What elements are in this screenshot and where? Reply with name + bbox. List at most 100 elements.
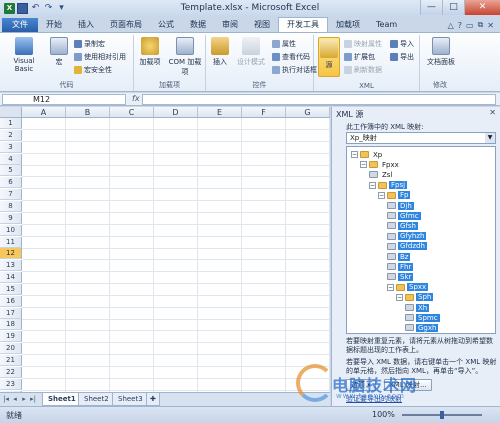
xml-tree-node[interactable]: Skr <box>387 272 414 281</box>
view-code-button[interactable]: 查看代码 <box>272 52 310 62</box>
collapse-toggle-icon[interactable]: − <box>351 151 358 158</box>
tab-review[interactable]: 审阅 <box>214 18 246 32</box>
doc-close-icon[interactable]: ✕ <box>487 21 494 30</box>
row-header-23[interactable]: 23 <box>0 378 22 390</box>
xml-tree-node[interactable]: − Spxx <box>387 283 429 292</box>
row-header-4[interactable]: 4 <box>0 153 22 165</box>
maximize-button[interactable]: □ <box>442 0 464 15</box>
collapse-toggle-icon[interactable]: − <box>396 293 403 301</box>
row-header-5[interactable]: 5 <box>0 165 22 177</box>
addins-button[interactable]: 加载项 <box>136 37 164 67</box>
xml-element-tree[interactable]: − Xp − Fpxx Zsl − Fpsj − Fp Djh Gfmc Gfsh Gfyhzh Gfdz… <box>346 146 496 334</box>
row-header-11[interactable]: 11 <box>0 236 22 248</box>
verify-map-link[interactable]: 验证要导出的映射 <box>346 394 402 404</box>
row-header-12[interactable]: 12 <box>0 248 22 260</box>
row-header-9[interactable]: 9 <box>0 212 22 224</box>
options-button[interactable]: 选项 ▾ <box>346 379 376 391</box>
row-header-16[interactable]: 16 <box>0 295 22 307</box>
xml-tree-node[interactable]: Djh <box>387 201 414 210</box>
row-header-8[interactable]: 8 <box>0 200 22 212</box>
xml-tree-node[interactable]: Gfsh <box>387 221 418 230</box>
collapse-toggle-icon[interactable]: − <box>360 161 367 169</box>
row-header-2[interactable]: 2 <box>0 129 22 141</box>
xml-tree-node[interactable]: − Fpxx <box>360 160 401 169</box>
macros-button[interactable]: 宏 <box>48 37 70 67</box>
row-header-14[interactable]: 14 <box>0 272 22 284</box>
xml-tree-node[interactable]: Gfdzdh <box>387 242 427 251</box>
column-header-b[interactable]: B <box>66 107 110 118</box>
xml-tree-node[interactable]: Fhr <box>387 262 414 271</box>
column-header-f[interactable]: F <box>242 107 286 118</box>
xml-source-button[interactable]: 源 <box>318 37 340 77</box>
expansion-packs-button[interactable]: 扩展包 <box>344 52 375 62</box>
row-header-13[interactable]: 13 <box>0 260 22 272</box>
row-header-20[interactable]: 20 <box>0 343 22 355</box>
xml-tree-node[interactable]: Bz <box>387 252 411 261</box>
row-header-19[interactable]: 19 <box>0 331 22 343</box>
collapse-toggle-icon[interactable]: − <box>369 181 376 189</box>
record-macro-button[interactable]: 录制宏 <box>74 39 105 49</box>
chevron-down-icon[interactable]: ▼ <box>485 133 495 143</box>
com-addins-button[interactable]: COM 加载项 <box>166 37 204 77</box>
relative-reference-button[interactable]: 使用相对引用 <box>74 52 126 62</box>
tab-data[interactable]: 数据 <box>182 18 214 32</box>
help-icon[interactable]: ? <box>458 21 462 30</box>
insert-function-icon[interactable]: fx <box>132 94 140 103</box>
run-dialog-button[interactable]: 执行对话框 <box>272 65 317 75</box>
tab-addins[interactable]: 加载项 <box>328 18 368 32</box>
sheet-tab-2[interactable]: Sheet2 <box>78 393 115 406</box>
map-properties-button[interactable]: 映射属性 <box>344 39 382 49</box>
tab-home[interactable]: 开始 <box>38 18 70 32</box>
tab-insert[interactable]: 插入 <box>70 18 102 32</box>
row-header-18[interactable]: 18 <box>0 319 22 331</box>
xml-tree-node[interactable]: − Sph <box>396 293 434 302</box>
xml-tree-node[interactable]: − Fp <box>378 191 411 200</box>
tab-team[interactable]: Team <box>368 18 405 32</box>
close-button[interactable]: ✕ <box>464 0 500 15</box>
last-sheet-icon[interactable]: ▸| <box>29 395 37 403</box>
insert-control-button[interactable]: 插入 <box>208 37 232 67</box>
insert-sheet-icon[interactable]: ✚ <box>146 393 160 406</box>
next-sheet-icon[interactable]: ▸ <box>20 395 28 403</box>
column-header-g[interactable]: G <box>286 107 330 118</box>
column-header-a[interactable]: A <box>22 107 66 118</box>
column-header-e[interactable]: E <box>198 107 242 118</box>
zoom-slider-thumb[interactable] <box>440 411 444 419</box>
xml-tree-node[interactable]: − Xp <box>351 150 384 159</box>
xml-tree-node[interactable]: Ggxh <box>405 323 439 332</box>
sheet-tab-3[interactable]: Sheet3 <box>112 393 149 406</box>
first-sheet-icon[interactable]: |◂ <box>2 395 10 403</box>
xml-tree-node[interactable]: Zsl <box>369 170 394 179</box>
row-header-1[interactable]: 1 <box>0 118 22 129</box>
column-header-c[interactable]: C <box>110 107 154 118</box>
zoom-slider[interactable] <box>402 411 482 419</box>
column-header-d[interactable]: D <box>154 107 198 118</box>
row-header-7[interactable]: 7 <box>0 189 22 201</box>
xml-export-button[interactable]: 导出 <box>390 52 414 62</box>
tab-formulas[interactable]: 公式 <box>150 18 182 32</box>
row-header-10[interactable]: 10 <box>0 224 22 236</box>
xml-tree-node[interactable]: Spmc <box>405 313 440 322</box>
xml-maps-button[interactable]: XML 映射... <box>384 379 432 391</box>
row-header-22[interactable]: 22 <box>0 366 22 378</box>
xml-map-select[interactable]: Xp_映射 ▼ <box>346 132 496 144</box>
refresh-data-button[interactable]: 刷新数据 <box>344 65 382 75</box>
select-all-corner[interactable] <box>0 107 22 118</box>
xml-tree-node[interactable]: − Fpsj <box>369 181 408 190</box>
collapse-toggle-icon[interactable]: − <box>387 283 394 291</box>
xml-tree-node[interactable]: Gfyhzh <box>387 232 427 241</box>
zoom-level[interactable]: 100% <box>372 410 395 419</box>
name-box[interactable]: M12 <box>2 94 126 105</box>
row-header-21[interactable]: 21 <box>0 355 22 366</box>
formula-input[interactable] <box>142 94 496 105</box>
tab-developer[interactable]: 开发工具 <box>278 17 328 32</box>
doc-minimize-icon[interactable]: ▭ <box>466 21 474 30</box>
xml-import-button[interactable]: 导入 <box>390 39 414 49</box>
ribbon-minimize-icon[interactable]: △ <box>448 21 454 30</box>
xml-tree-node[interactable]: Gfmc <box>387 211 421 220</box>
document-panel-button[interactable]: 文档面板 <box>422 37 460 67</box>
xml-tree-node[interactable]: Xh <box>405 303 430 312</box>
design-mode-button[interactable]: 设计模式 <box>234 37 268 67</box>
prev-sheet-icon[interactable]: ◂ <box>11 395 19 403</box>
pane-close-icon[interactable]: ✕ <box>489 108 496 117</box>
